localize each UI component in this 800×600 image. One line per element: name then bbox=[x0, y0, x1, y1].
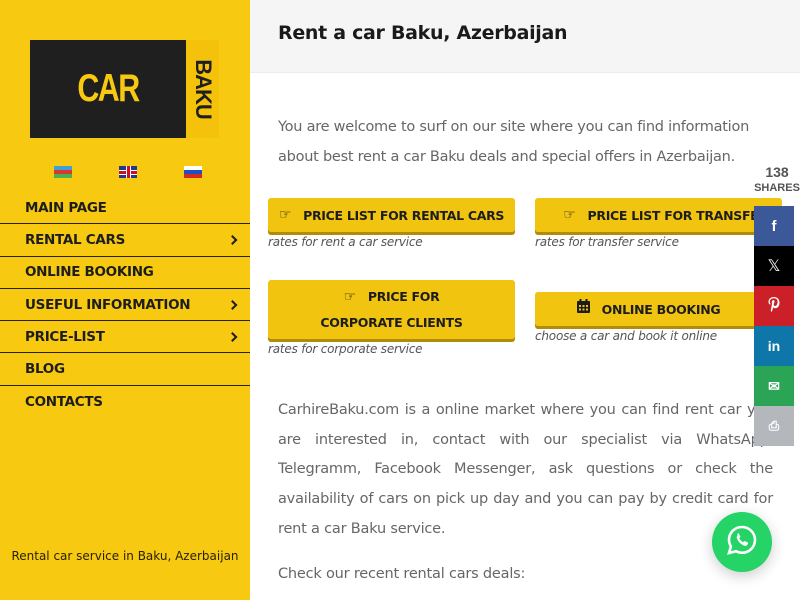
facebook-icon: f bbox=[771, 217, 777, 235]
share-pinterest-button[interactable] bbox=[754, 286, 794, 326]
deals-heading: Check our recent rental cars deals: bbox=[278, 566, 526, 582]
logo-side: BAKU bbox=[186, 40, 219, 138]
price-corporate-clients-button[interactable]: ☞ PRICE FOR CORPORATE CLIENTS bbox=[268, 280, 515, 339]
nav-item-label: ONLINE BOOKING bbox=[25, 264, 154, 281]
hand-point-right-icon: ☞ bbox=[563, 206, 576, 223]
chevron-right-icon[interactable] bbox=[227, 331, 238, 342]
page-title: Rent a car Baku, Azerbaijan bbox=[278, 22, 568, 44]
logo[interactable]: CAR HIRE BAKU bbox=[30, 40, 219, 208]
nav-item-main-page[interactable]: MAIN PAGE bbox=[0, 192, 250, 225]
share-count: 138 bbox=[765, 164, 789, 180]
hand-point-right-icon: ☞ bbox=[278, 206, 292, 223]
nav-item-label: PRICE-LIST bbox=[25, 328, 105, 345]
linkedin-icon: in bbox=[767, 338, 781, 354]
hand-point-right-icon: ☞ bbox=[343, 289, 357, 305]
button-content: ☞ PRICE FOR CORPORATE CLIENTS bbox=[308, 284, 475, 335]
flag-ru-icon[interactable] bbox=[184, 166, 202, 178]
calendar-icon bbox=[576, 297, 590, 322]
nav-item-price-list[interactable]: PRICE-LIST bbox=[0, 321, 250, 354]
chevron-right-icon[interactable] bbox=[227, 299, 238, 310]
online-booking-button[interactable]: ONLINE BOOKING bbox=[535, 292, 782, 326]
button-caption: rates for rent a car service bbox=[268, 235, 423, 249]
main-nav: MAIN PAGE RENTAL CARS ONLINE BOOKING USE… bbox=[0, 192, 250, 418]
price-list-rental-cars-button[interactable]: ☞ PRICE LIST FOR RENTAL CARS bbox=[268, 198, 515, 232]
nav-item-label: CONTACTS bbox=[25, 393, 103, 410]
share-facebook-button[interactable]: f bbox=[754, 206, 794, 246]
envelope-icon: ✉ bbox=[768, 377, 780, 394]
nav-item-label: MAIN PAGE bbox=[25, 199, 107, 216]
nav-item-useful-information[interactable]: USEFUL INFORMATION bbox=[0, 289, 250, 322]
nav-item-label: BLOG bbox=[25, 361, 65, 378]
button-label: PRICE LIST FOR TRANSFER bbox=[587, 207, 769, 223]
share-label: SHARES bbox=[754, 182, 800, 194]
whatsapp-chat-button[interactable] bbox=[712, 512, 772, 572]
button-label: PRICE FOR CORPORATE CLIENTS bbox=[320, 289, 463, 330]
x-icon: 𝕏 bbox=[767, 258, 781, 275]
share-email-button[interactable]: ✉ bbox=[754, 366, 794, 406]
share-counter: 138 SHARES bbox=[754, 163, 800, 195]
printer-icon: ⎙ bbox=[768, 418, 780, 433]
share-x-button[interactable]: 𝕏 bbox=[754, 246, 794, 286]
sidebar: CAR HIRE BAKU MAIN PAGE RENTAL CARS ONLI… bbox=[0, 0, 250, 600]
nav-item-online-booking[interactable]: ONLINE BOOKING bbox=[0, 257, 250, 289]
nav-item-rental-cars[interactable]: RENTAL CARS bbox=[0, 224, 250, 257]
flag-en-icon[interactable] bbox=[119, 166, 137, 178]
chevron-right-icon[interactable] bbox=[227, 234, 238, 245]
button-caption: choose a car and book it online bbox=[535, 329, 717, 343]
description-paragraph: CarhireBaku.com is a online market where… bbox=[278, 402, 773, 537]
button-caption: rates for transfer service bbox=[535, 235, 679, 249]
page-header: Rent a car Baku, Azerbaijan bbox=[250, 0, 800, 73]
sidebar-tagline: Rental car service in Baku, Azerbaijan bbox=[11, 549, 239, 563]
nav-item-label: RENTAL CARS bbox=[25, 231, 126, 248]
logo-main: CAR HIRE bbox=[30, 40, 186, 208]
intro-paragraph: You are welcome to surf on our site wher… bbox=[278, 119, 750, 165]
button-label: PRICE LIST FOR RENTAL CARS bbox=[303, 207, 505, 223]
flag-az-icon[interactable] bbox=[54, 166, 72, 178]
share-print-button[interactable]: ⎙ bbox=[754, 406, 794, 446]
whatsapp-icon bbox=[725, 523, 759, 561]
button-caption: rates for corporate service bbox=[268, 342, 423, 356]
share-linkedin-button[interactable]: in bbox=[754, 326, 794, 366]
price-list-transfer-button[interactable]: ☞ PRICE LIST FOR TRANSFER bbox=[535, 198, 782, 232]
pinterest-icon bbox=[767, 296, 781, 316]
nav-item-contacts[interactable]: CONTACTS bbox=[0, 386, 250, 418]
button-label: ONLINE BOOKING bbox=[601, 301, 721, 317]
language-switcher bbox=[0, 166, 250, 180]
nav-item-blog[interactable]: BLOG bbox=[0, 353, 250, 386]
nav-item-label: USEFUL INFORMATION bbox=[25, 296, 191, 313]
